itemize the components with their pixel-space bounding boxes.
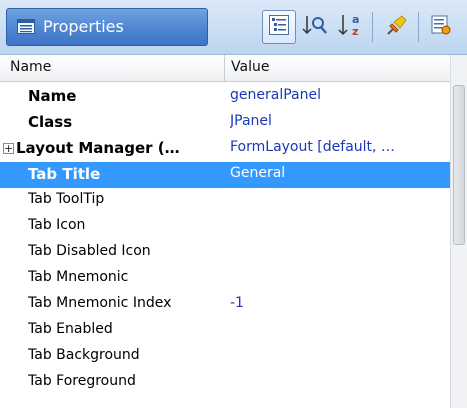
vertical-scrollbar[interactable] (450, 55, 467, 408)
table-row[interactable]: Name generalPanel (0, 84, 450, 110)
property-name: Tab ToolTip (28, 191, 105, 207)
table-row[interactable]: + Layout Manager (… FormLayout [default,… (0, 136, 450, 162)
expand-icon[interactable]: + (3, 143, 14, 154)
table-row-selected[interactable]: Tab Title General (0, 162, 450, 188)
table-row[interactable]: Tab Enabled true (0, 318, 450, 344)
property-name: Tab Foreground (28, 373, 136, 389)
svg-text:z: z (352, 25, 358, 38)
property-value[interactable]: -1 (230, 295, 445, 311)
property-name: Tab Mnemonic (28, 269, 129, 285)
property-name: Tab Enabled (28, 321, 113, 337)
properties-list-icon (17, 19, 35, 34)
pin-button[interactable] (380, 10, 414, 44)
property-name: Name (28, 87, 77, 105)
property-name: Class (28, 113, 73, 131)
header-name[interactable]: Name (10, 59, 51, 75)
table-row[interactable]: Tab ToolTip (0, 188, 450, 214)
scrollbar-thumb[interactable] (453, 85, 465, 245)
property-name: Tab Mnemonic Index (28, 295, 172, 311)
property-name: Tab Title (28, 165, 101, 183)
panel-title: Properties (43, 17, 124, 36)
table-row[interactable]: Tab Background (0, 344, 450, 370)
table-row[interactable]: Tab Foreground (0, 370, 450, 396)
property-value[interactable]: JPanel (230, 113, 445, 129)
table-row[interactable]: Class JPanel (0, 110, 450, 136)
property-name: Tab Icon (28, 217, 86, 233)
sort-alphabetical-button[interactable]: a z (334, 10, 368, 44)
customize-button[interactable] (426, 10, 456, 44)
toolbar-separator (372, 12, 373, 42)
table-row[interactable]: Tab Mnemonic Index -1 (0, 292, 450, 318)
table-header: Name Value (0, 55, 450, 82)
property-name: Tab Background (28, 347, 140, 363)
column-divider[interactable] (224, 55, 225, 82)
sort-button[interactable] (298, 10, 332, 44)
table-row[interactable]: Tab Disabled Icon (0, 240, 450, 266)
toolbar-separator (418, 12, 419, 42)
title-bar: Properties a z (0, 0, 467, 55)
property-name: Layout Manager (… (16, 139, 180, 157)
sort-alpha-icon: a z (337, 12, 365, 42)
categorized-view-button[interactable] (262, 10, 296, 44)
categorized-view-icon (268, 14, 290, 40)
sort-up-icon (301, 13, 329, 41)
properties-tab[interactable]: Properties (6, 8, 208, 46)
table-row[interactable]: Tab Mnemonic (0, 266, 450, 292)
table-row[interactable]: Tab Icon (0, 214, 450, 240)
property-value[interactable]: generalPanel (230, 87, 445, 103)
property-value[interactable]: General (230, 165, 445, 181)
header-value[interactable]: Value (231, 59, 269, 75)
properties-panel: Properties a z Name Value Name generalPa… (0, 0, 467, 408)
property-name: Tab Disabled Icon (28, 243, 151, 259)
pin-icon (384, 12, 410, 42)
customize-icon (430, 14, 452, 40)
property-value[interactable]: FormLayout [default, … (230, 139, 445, 155)
